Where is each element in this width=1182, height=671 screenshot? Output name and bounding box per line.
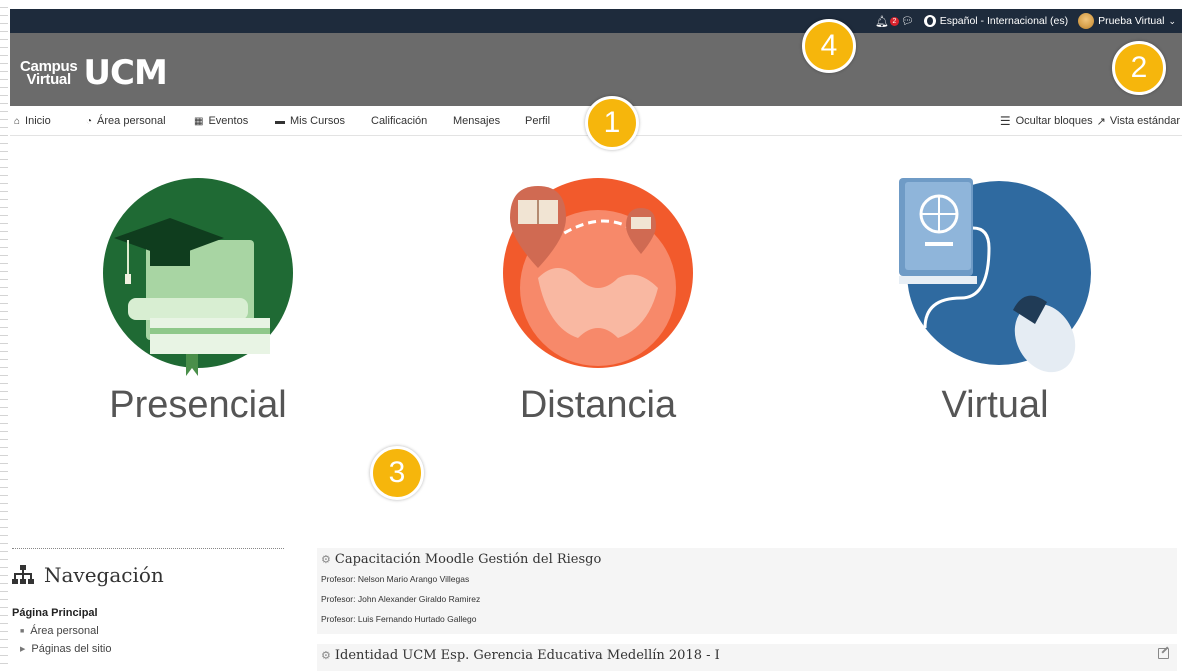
- globe-map-icon: [503, 178, 693, 368]
- callout-marker-1: 1: [585, 96, 639, 150]
- site-logo[interactable]: Campus Virtual UCM: [20, 53, 168, 93]
- callout-marker-3: 3: [370, 446, 424, 500]
- course-title[interactable]: ⚙ Identidad UCM Esp. Gerencia Educativa …: [317, 644, 1177, 667]
- callout-marker-4: 4: [802, 19, 856, 73]
- teacher-line[interactable]: Profesor: Nelson Mario Arango Villegas: [317, 571, 1177, 591]
- navigation-heading: Navegación: [12, 563, 284, 587]
- left-ruler: [0, 0, 8, 671]
- modality-distancia[interactable]: Distancia: [498, 178, 698, 428]
- notifications[interactable]: 🔔︎ 2 💬︎: [875, 15, 914, 28]
- user-menu[interactable]: Prueba Virtual ⌄: [1078, 13, 1176, 29]
- nav-tree-label: Área personal: [30, 625, 99, 637]
- nav-item-area-personal[interactable]: ◔ Área personal: [86, 115, 166, 127]
- nav-label: Inicio: [25, 115, 51, 127]
- expand-arrow-icon[interactable]: ▶: [20, 645, 25, 653]
- modality-label: Virtual: [941, 384, 1049, 426]
- modality-label: Presencial: [109, 384, 287, 426]
- course-icon: ⚙: [321, 649, 331, 662]
- navigation-block: Navegación Página Principal ■ Área perso…: [12, 548, 284, 655]
- nav-item-inicio[interactable]: ⌂ Inicio: [14, 115, 51, 127]
- nav-tree-item-paginas[interactable]: ▶ Páginas del sitio: [20, 643, 284, 655]
- page: 🔔︎ 2 💬︎ Español - Internacional (es) Pru…: [0, 0, 1182, 671]
- messages-icon[interactable]: 💬︎: [901, 16, 914, 27]
- nav-tree-item-area-personal[interactable]: ■ Área personal: [20, 625, 284, 637]
- divider: [12, 548, 284, 549]
- nav-item-eventos[interactable]: ▦ Eventos: [194, 115, 248, 127]
- nav-tree-label: Páginas del sitio: [31, 643, 112, 655]
- bullet-icon: ■: [20, 627, 25, 635]
- nav-label: Perfil: [525, 115, 551, 127]
- modality-presencial[interactable]: Presencial: [98, 178, 298, 428]
- hide-blocks-link[interactable]: Ocultar bloques: [1016, 115, 1093, 127]
- callout-marker-2: 2: [1112, 41, 1166, 95]
- nav-item-perfil[interactable]: Perfil: [525, 115, 550, 127]
- view-controls: ☰ Ocultar bloques ↗ Vista estándar: [1000, 114, 1180, 128]
- modality-virtual[interactable]: Virtual: [895, 178, 1095, 428]
- avatar[interactable]: [1078, 13, 1095, 29]
- notification-badge: 2: [889, 16, 899, 26]
- sitemap-icon: [12, 565, 34, 585]
- course-item: ⚙ Identidad UCM Esp. Gerencia Educativa …: [317, 644, 1177, 671]
- compress-icon[interactable]: ↗: [1097, 115, 1106, 128]
- course-icon: ⚙: [321, 553, 331, 566]
- graduation-icon: [103, 178, 293, 376]
- indent-icon[interactable]: ☰: [1000, 114, 1011, 128]
- nav-main-link[interactable]: Página Principal: [12, 607, 284, 619]
- course-title[interactable]: ⚙ Capacitación Moodle Gestión del Riesgo: [317, 548, 1177, 571]
- nav-label: Eventos: [208, 115, 249, 127]
- nav-item-mensajes[interactable]: Mensajes: [453, 115, 500, 127]
- course-item: ⚙ Capacitación Moodle Gestión del Riesgo…: [317, 548, 1177, 634]
- home-icon: ⌂: [14, 115, 21, 127]
- site-header: Campus Virtual UCM: [10, 33, 1182, 106]
- nav-label: Mis Cursos: [290, 115, 346, 127]
- nav-label: Área personal: [97, 115, 166, 127]
- globe-icon: [923, 15, 936, 27]
- language-label[interactable]: Español - Internacional (es): [940, 15, 1068, 27]
- navigation-title: Navegación: [44, 563, 164, 587]
- modality-label: Distancia: [519, 384, 677, 426]
- course-title-text[interactable]: Capacitación Moodle Gestión del Riesgo: [335, 552, 601, 567]
- teacher-line[interactable]: Profesor: Luis Fernando Hurtado Gallego: [317, 611, 1177, 631]
- language-menu[interactable]: Español - Internacional (es): [923, 15, 1068, 27]
- calendar-icon: ▦: [194, 115, 204, 127]
- nav-label: Calificación: [371, 115, 428, 127]
- course-title-text[interactable]: Identidad UCM Esp. Gerencia Educativa Me…: [335, 648, 720, 663]
- teacher-line[interactable]: Profesor: John Alexander Giraldo Ramirez: [317, 591, 1177, 611]
- passport-mouse-icon: [899, 178, 1091, 373]
- edit-icon[interactable]: [1158, 648, 1169, 659]
- briefcase-icon: ▬: [275, 115, 285, 127]
- dashboard-icon: ◔: [86, 115, 93, 127]
- user-name[interactable]: Prueba Virtual: [1098, 15, 1164, 27]
- chevron-down-icon[interactable]: ⌄: [1168, 16, 1176, 27]
- nav-label: Mensajes: [453, 115, 501, 127]
- logo-words: Campus Virtual: [20, 59, 78, 88]
- bell-icon[interactable]: 🔔︎: [875, 15, 889, 28]
- logo-brand: UCM: [83, 53, 167, 93]
- nav-item-calificacion[interactable]: Calificación: [371, 115, 427, 127]
- top-bar: 🔔︎ 2 💬︎ Español - Internacional (es) Pru…: [10, 9, 1182, 33]
- standard-view-link[interactable]: Vista estándar: [1110, 115, 1180, 127]
- nav-item-mis-cursos[interactable]: ▬ Mis Cursos: [275, 115, 345, 127]
- logo-word-virtual: Virtual: [26, 71, 72, 88]
